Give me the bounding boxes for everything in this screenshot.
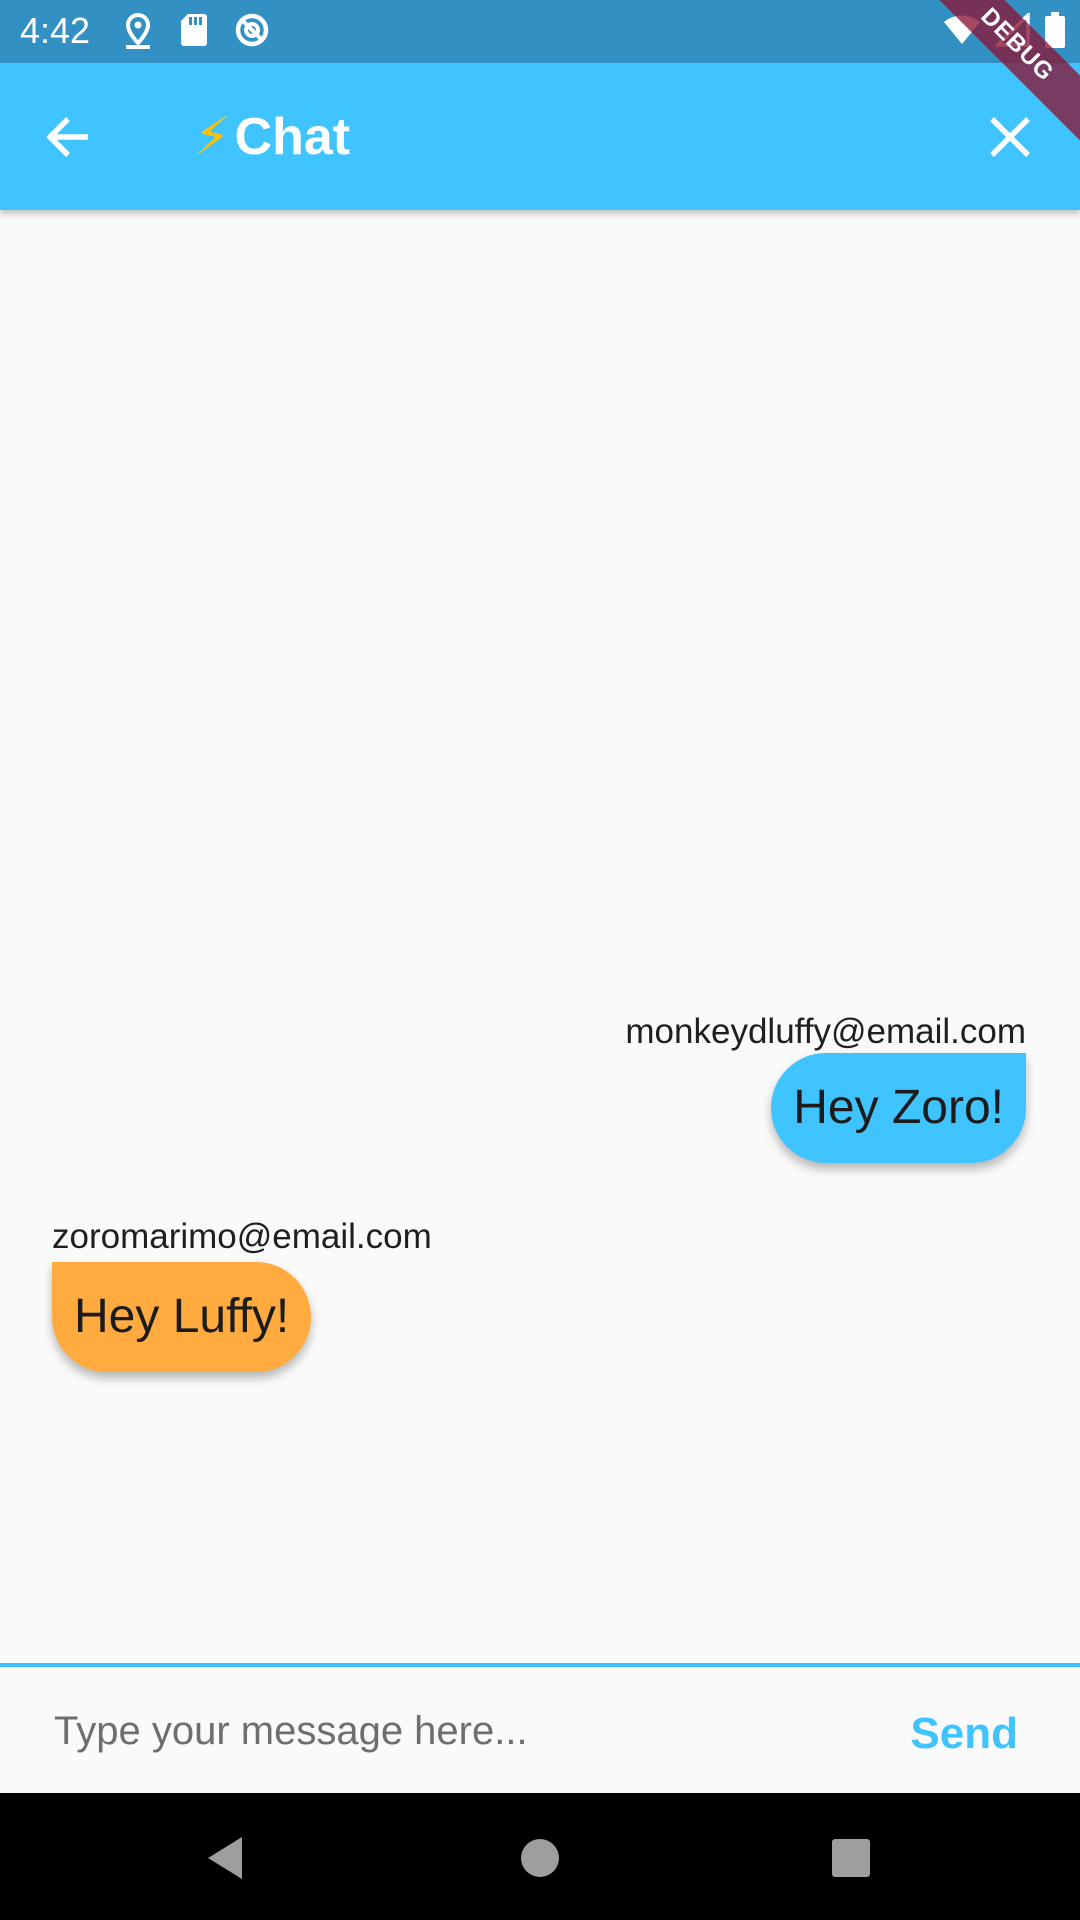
send-button[interactable]: Send <box>910 1709 1018 1759</box>
recents-square-icon <box>832 1839 870 1877</box>
close-icon <box>990 117 1030 157</box>
status-icons-left <box>122 12 270 50</box>
close-button[interactable] <box>980 107 1040 167</box>
arrow-back-icon <box>46 117 88 157</box>
message-input[interactable] <box>52 1695 836 1767</box>
message-bubble-sent[interactable]: Hey Zoro! <box>771 1053 1026 1163</box>
lightning-icon: ⚡ <box>194 108 231 166</box>
system-nav-bar <box>0 1793 1080 1920</box>
page-title-text: Chat <box>234 108 351 166</box>
home-circle-icon <box>521 1839 559 1877</box>
location-icon <box>125 12 151 49</box>
back-triangle-icon <box>208 1837 242 1879</box>
nav-back-button[interactable] <box>202 1833 252 1883</box>
sync-icon <box>235 13 269 47</box>
nav-home-button[interactable] <box>515 1833 565 1883</box>
message-sender: zoromarimo@email.com <box>52 1217 432 1256</box>
status-bar: 4:42 <box>0 0 1080 63</box>
app-bar: ⚡ Chat <box>0 63 1080 210</box>
message-bubble-received[interactable]: Hey Luffy! <box>52 1262 312 1372</box>
status-time: 4:42 <box>20 10 91 51</box>
sd-card-icon <box>181 14 207 46</box>
back-button[interactable] <box>40 107 100 167</box>
message-sender: monkeydluffy@email.com <box>625 1012 1026 1051</box>
page-title: ⚡ Chat <box>194 107 350 167</box>
message-composer: Send <box>0 1663 1080 1797</box>
chat-message-list[interactable]: monkeydluffy@email.com Hey Zoro! zoromar… <box>0 210 1080 1663</box>
nav-recents-button[interactable] <box>826 1833 876 1883</box>
